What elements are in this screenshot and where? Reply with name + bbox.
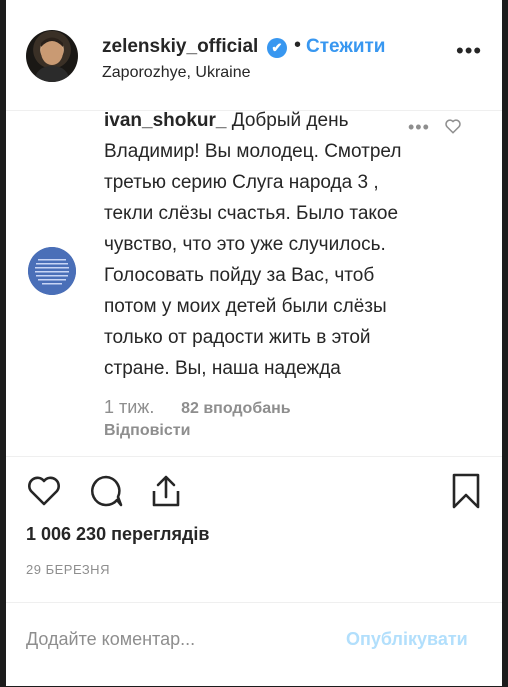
comment-avatar-image-icon [28, 247, 76, 295]
publish-button[interactable]: Опублікувати [346, 629, 468, 650]
reply-button[interactable]: Відповісти [104, 422, 190, 440]
avatar[interactable] [26, 30, 78, 82]
separator-dot: • [294, 34, 302, 56]
heart-icon[interactable] [26, 473, 62, 509]
comment-more-icon[interactable]: ••• [408, 117, 430, 138]
post-date[interactable]: 29 БЕРЕЗНЯ [26, 562, 110, 577]
post-header: zelenskiy_official ✔ • Стежити Zaporozhy… [6, 0, 502, 111]
comment-icon[interactable] [88, 473, 124, 509]
comment-meta: 1 тиж. 82 вподобань [104, 397, 291, 418]
comment-body: ivan_shokur_ Добрый день Владимир! Вы мо… [104, 111, 404, 384]
comment-input[interactable]: Додайте коментар... [26, 629, 195, 650]
comment-avatar[interactable] [28, 247, 76, 295]
comment-time[interactable]: 1 тиж. [104, 397, 154, 417]
share-icon[interactable] [148, 473, 184, 509]
post-panel: zelenskiy_official ✔ • Стежити Zaporozhy… [6, 0, 502, 686]
comment-text: Добрый день Владимир! Вы молодец. Смотре… [104, 111, 402, 379]
bookmark-icon[interactable] [448, 473, 484, 509]
post-username[interactable]: zelenskiy_official [102, 36, 258, 58]
comment-list[interactable]: ivan_shokur_ Добрый день Владимир! Вы мо… [6, 111, 502, 456]
add-comment-bar: Додайте коментар... Опублікувати [6, 602, 502, 687]
comment-username[interactable]: ivan_shokur_ [104, 111, 227, 131]
avatar-face-icon [34, 37, 70, 82]
comment-likes[interactable]: 82 вподобань [181, 400, 291, 417]
verified-icon: ✔ [267, 38, 287, 58]
follow-button[interactable]: Стежити [306, 36, 385, 58]
views-count[interactable]: 1 006 230 переглядів [26, 524, 209, 545]
more-options-icon[interactable]: ••• [456, 40, 484, 64]
comment-like-heart-icon[interactable] [444, 117, 462, 135]
post-location[interactable]: Zaporozhye, Ukraine [102, 64, 251, 82]
post-actions [6, 456, 502, 517]
